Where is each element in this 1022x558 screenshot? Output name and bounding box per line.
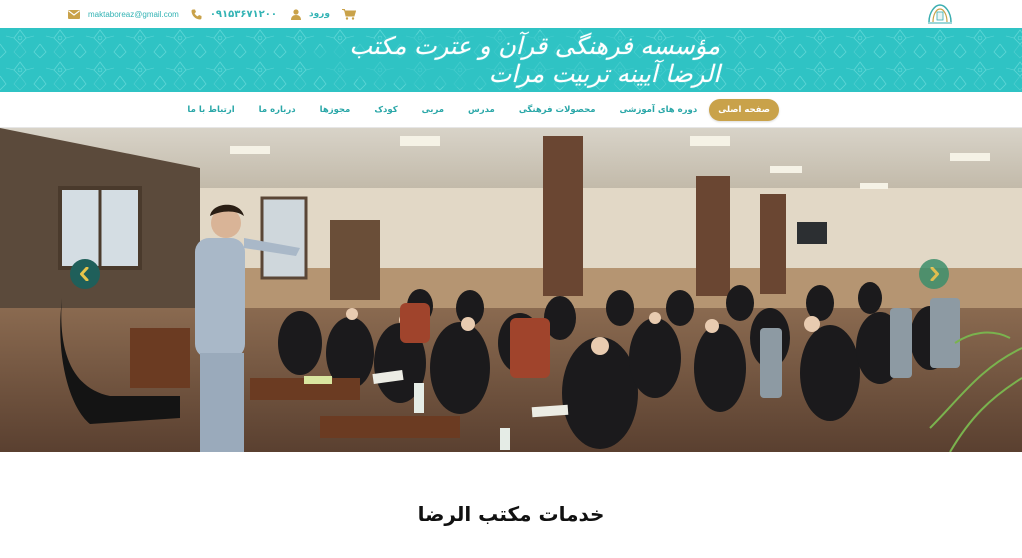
slider-prev-button[interactable] bbox=[70, 259, 100, 289]
login-link[interactable]: ورود bbox=[309, 9, 330, 19]
nav-item-coach[interactable]: مربی bbox=[410, 99, 456, 121]
chevron-right-icon bbox=[928, 267, 940, 281]
phone-icon bbox=[191, 9, 202, 20]
services-section-title: خدمات مکتب الرضا bbox=[417, 502, 605, 526]
user-icon[interactable] bbox=[290, 8, 301, 20]
cart-icon[interactable] bbox=[341, 8, 356, 20]
nav-item-home[interactable]: صفحه اصلی bbox=[709, 99, 779, 121]
chevron-left-icon bbox=[79, 267, 91, 281]
nav-menu: صفحه اصلی دوره های آموزشی محصولات فرهنگی… bbox=[175, 97, 779, 123]
nav-item-courses[interactable]: دوره های آموزشی bbox=[608, 99, 710, 121]
logo[interactable] bbox=[925, 2, 955, 26]
classroom-photo bbox=[0, 128, 1022, 452]
nav-item-licenses[interactable]: مجوزها bbox=[308, 99, 363, 121]
mail-icon bbox=[68, 9, 80, 19]
contact-bar: maktaboreaz@gmail.com ۰۹۱۵۳۶۷۱۲۰۰ ورود bbox=[68, 7, 356, 21]
phone-number[interactable]: ۰۹۱۵۳۶۷۱۲۰۰ bbox=[210, 9, 277, 20]
nav-item-contact[interactable]: ارتباط با ما bbox=[175, 99, 246, 121]
hero-slider[interactable] bbox=[0, 128, 1022, 452]
nav-item-products[interactable]: محصولات فرهنگی bbox=[507, 99, 608, 121]
nav-item-about[interactable]: درباره ما bbox=[247, 99, 308, 121]
email-link[interactable]: maktaboreaz@gmail.com bbox=[88, 10, 179, 19]
top-bar: maktaboreaz@gmail.com ۰۹۱۵۳۶۷۱۲۰۰ ورود bbox=[0, 0, 1022, 28]
header-banner: مؤسسه فرهنگی قرآن و عترت مکتب الرضا آیین… bbox=[0, 28, 1022, 92]
slider-next-button[interactable] bbox=[919, 259, 949, 289]
main-navigation: صفحه اصلی دوره های آموزشی محصولات فرهنگی… bbox=[0, 92, 1022, 128]
nav-item-kids[interactable]: کودک bbox=[362, 99, 409, 121]
nav-item-teacher[interactable]: مدرس bbox=[456, 99, 507, 121]
banner-calligraphy-title: مؤسسه فرهنگی قرآن و عترت مکتب الرضا آیین… bbox=[349, 32, 720, 88]
